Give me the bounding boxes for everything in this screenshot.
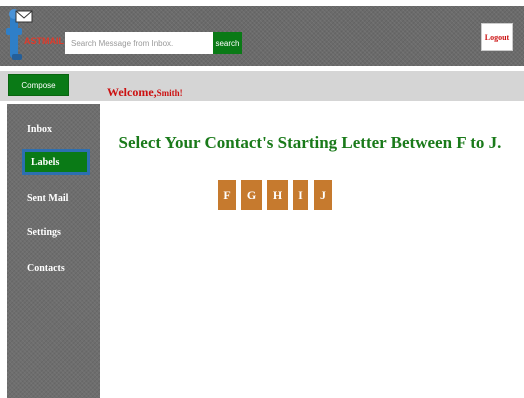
logo-text: ASTMAIL xyxy=(24,36,64,46)
compose-button[interactable]: Compose xyxy=(8,74,69,96)
sidebar-item-labels[interactable]: Labels xyxy=(22,149,90,175)
sidebar-item-settings[interactable]: Settings xyxy=(27,227,61,238)
app-logo[interactable]: ASTMAIL xyxy=(4,8,64,64)
sidebar-item-inbox[interactable]: Inbox xyxy=(27,124,52,135)
welcome-message: Welcome,Smith! xyxy=(107,85,183,100)
letter-button-h[interactable]: H xyxy=(267,180,288,210)
search-input[interactable] xyxy=(65,32,213,54)
letter-button-g[interactable]: G xyxy=(241,180,262,210)
letter-button-f[interactable]: F xyxy=(218,180,236,210)
sidebar-item-contacts[interactable]: Contacts xyxy=(27,263,65,274)
search-button[interactable]: search xyxy=(213,32,242,54)
username: Smith! xyxy=(156,88,183,98)
header-bar: ASTMAIL search Logout xyxy=(0,6,524,66)
logout-button[interactable]: Logout xyxy=(481,23,513,51)
letter-button-j[interactable]: J xyxy=(314,180,332,210)
sidebar-item-sent-mail[interactable]: Sent Mail xyxy=(27,193,68,204)
page-heading: Select Your Contact's Starting Letter Be… xyxy=(118,133,502,152)
sub-header-bar xyxy=(0,71,524,101)
letter-button-i[interactable]: I xyxy=(293,180,308,210)
sidebar: Inbox Labels Sent Mail Settings Contacts xyxy=(7,104,100,398)
welcome-prefix: Welcome, xyxy=(107,85,157,99)
